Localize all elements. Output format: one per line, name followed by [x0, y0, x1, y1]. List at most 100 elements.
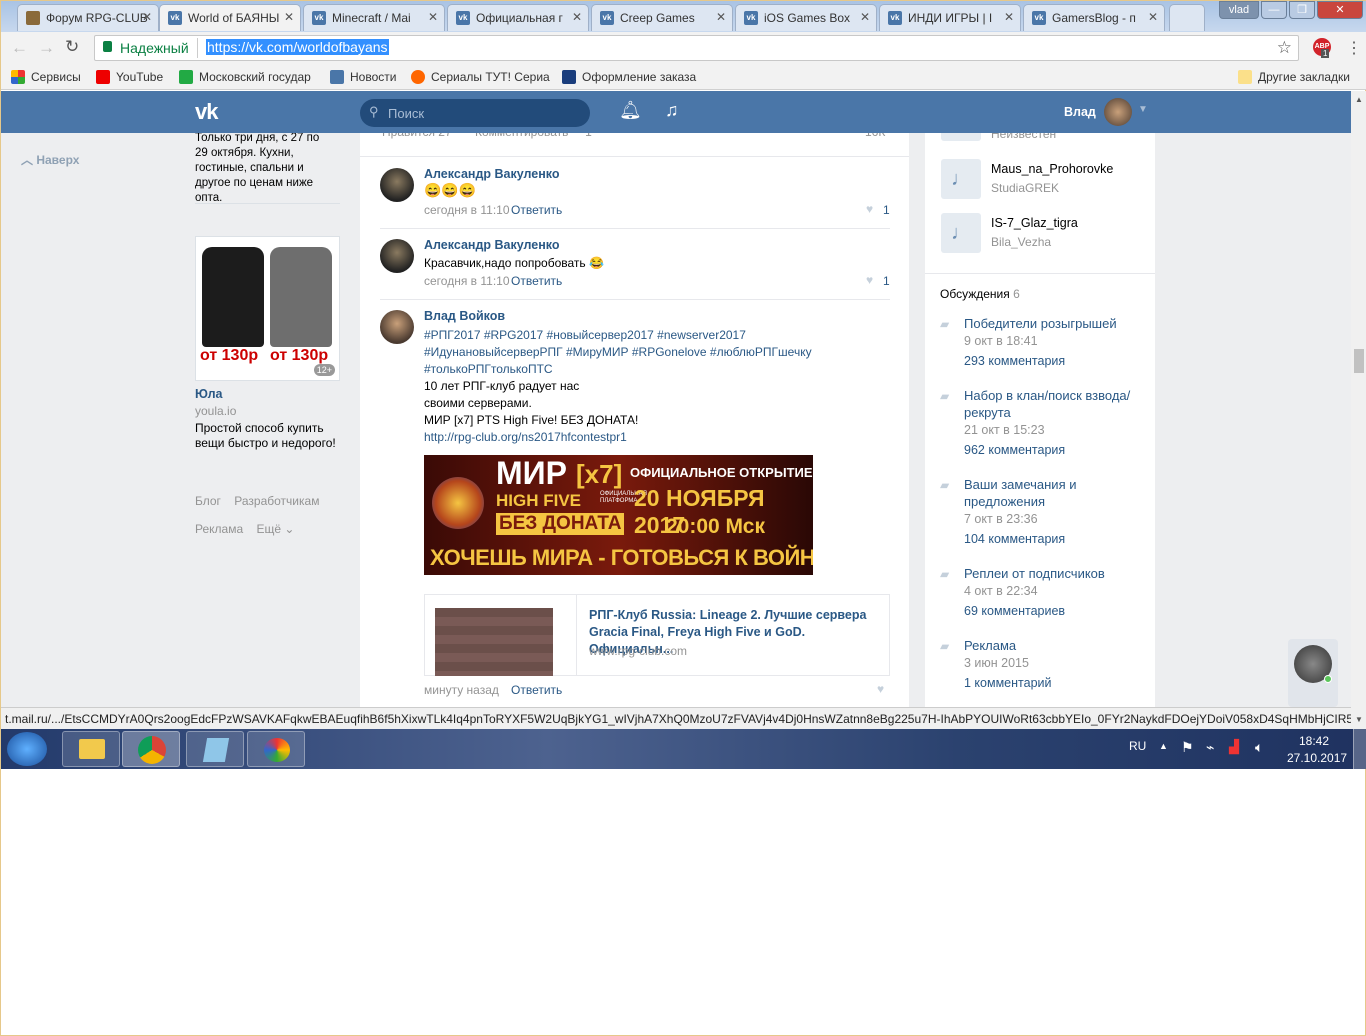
bell-icon[interactable]: 🔔︎ [619, 100, 642, 121]
music-icon[interactable]: ♫ [665, 100, 679, 121]
chrome-taskbar-button[interactable] [122, 731, 180, 767]
comment-time[interactable]: сегодня в 11:10 [424, 203, 510, 217]
close-tab-icon[interactable]: ✕ [716, 10, 726, 24]
tab[interactable]: vk Официальная г ✕ [447, 4, 589, 31]
profile-badge[interactable]: vlad [1219, 1, 1259, 19]
close-tab-icon[interactable]: ✕ [142, 10, 152, 24]
footer-ads[interactable]: Реклама [195, 522, 243, 536]
action-center-flag-icon[interactable]: ⚑ [1181, 739, 1194, 756]
bookmark-news[interactable]: Новости [330, 70, 396, 84]
tab-active[interactable]: vk World of БАЯНЫ ✕ [159, 4, 301, 31]
ad-title[interactable]: Юла [195, 387, 222, 401]
vk-logo-icon[interactable]: vk [195, 99, 219, 125]
comment-author[interactable]: Александр Вакуленко [424, 238, 560, 252]
scrollbar[interactable]: ▲ ▼ [1351, 91, 1366, 729]
clock-time[interactable]: 18:42 [1299, 734, 1329, 748]
back-to-top[interactable]: ︿ Наверх [21, 151, 79, 168]
back-icon[interactable]: ← [11, 38, 28, 58]
post-banner-image[interactable]: МИР [x7] HIGH FIVE ОФИЦИАЛЬНАЯ ПЛАТФОРМА… [424, 455, 813, 575]
scroll-down-icon[interactable]: ▼ [1355, 715, 1363, 724]
forward-icon[interactable]: → [38, 38, 55, 58]
discussion-comments[interactable]: 962 комментария [964, 443, 1065, 457]
close-tab-icon[interactable]: ✕ [860, 10, 870, 24]
heart-icon[interactable]: ♥ [866, 273, 873, 287]
tab[interactable]: vk iOS Games Box ✕ [735, 4, 877, 31]
discussion-title[interactable]: Набор в клан/поиск взвода/ рекрута [964, 387, 1139, 421]
comment-time[interactable]: минуту назад [424, 683, 499, 697]
avatar[interactable] [380, 239, 414, 273]
paint-taskbar-button[interactable] [247, 731, 305, 767]
reply-button[interactable]: Ответить [511, 203, 562, 217]
footer-dev[interactable]: Разработчикам [234, 494, 319, 508]
reply-button[interactable]: Ответить [511, 683, 562, 697]
discussion-date: 4 окт в 22:34 [964, 584, 1038, 598]
discussions-header[interactable]: Обсуждения 6 [940, 287, 1020, 301]
explorer-taskbar-button[interactable] [62, 731, 120, 767]
tray-expand-icon[interactable]: ▲ [1159, 741, 1168, 751]
close-tab-icon[interactable]: ✕ [1148, 10, 1158, 24]
discussion-title[interactable]: Ваши замечания и предложения [964, 476, 1139, 510]
chevron-down-icon[interactable]: ▼ [1138, 104, 1148, 115]
tab[interactable]: vk Minecraft / Mai ✕ [303, 4, 445, 31]
ad-image[interactable]: от 130р от 130р 12+ [195, 236, 340, 381]
discussion-comments[interactable]: 104 комментария [964, 532, 1065, 546]
power-icon[interactable]: ⌁ [1206, 739, 1214, 756]
comment-time[interactable]: сегодня в 11:10 [424, 274, 510, 288]
language-indicator[interactable]: RU [1129, 739, 1146, 753]
heart-icon[interactable]: ♥ [866, 202, 873, 216]
footer-more[interactable]: Ещё [256, 522, 281, 536]
tab[interactable]: vk GamersBlog - п ✕ [1023, 4, 1165, 31]
close-tab-icon[interactable]: ✕ [572, 10, 582, 24]
menu-icon[interactable]: ⋮ [1346, 38, 1362, 58]
tab[interactable]: Форум RPG-CLUB ✕ [17, 4, 159, 31]
avatar[interactable] [380, 168, 414, 202]
discussion-comments[interactable]: 1 комментарий [964, 676, 1051, 690]
app-taskbar-button[interactable] [186, 731, 244, 767]
discussion-comments[interactable]: 293 комментария [964, 354, 1065, 368]
bookmark-youtube[interactable]: YouTube [96, 70, 163, 84]
reload-icon[interactable]: ↻ [65, 37, 79, 57]
bookmark-star-icon[interactable]: ☆ [1277, 38, 1292, 58]
clock-date[interactable]: 27.10.2017 [1287, 751, 1347, 765]
user-avatar[interactable] [1104, 98, 1132, 126]
network-icon[interactable]: ▟ [1229, 739, 1239, 755]
close-tab-icon[interactable]: ✕ [1004, 10, 1014, 24]
tab[interactable]: vk ИНДИ ИГРЫ | I ✕ [879, 4, 1021, 31]
discussion-title[interactable]: Реклама [964, 637, 1139, 654]
reply-button[interactable]: Ответить [511, 274, 562, 288]
heart-icon[interactable]: ♥ [877, 682, 884, 696]
volume-icon[interactable]: 🔈︎ [1255, 739, 1263, 756]
tab[interactable]: vk Creep Games ✕ [591, 4, 733, 31]
chat-widget[interactable] [1288, 639, 1338, 707]
user-name[interactable]: Влад [1064, 105, 1096, 119]
search-input[interactable]: ⚲ Поиск [360, 99, 590, 127]
new-tab-button[interactable] [1169, 4, 1205, 31]
scroll-up-icon[interactable]: ▲ [1355, 95, 1363, 104]
other-bookmarks[interactable]: Другие закладки [1238, 70, 1350, 84]
bookmark-serials[interactable]: Сериалы ТУТ! Сериа [411, 70, 551, 84]
footer-blog[interactable]: Блог [195, 494, 221, 508]
discussion-title[interactable]: Победители розыгрышей [964, 315, 1139, 332]
scroll-thumb[interactable] [1354, 349, 1364, 373]
minimize-button[interactable]: — [1261, 1, 1287, 19]
bookmark-label: Сервисы [31, 70, 81, 84]
bookmark-msu[interactable]: Московский государ [179, 70, 319, 84]
maximize-button[interactable]: ❐ [1289, 1, 1315, 19]
hashtags[interactable]: #РПГ2017 #RPG2017 #новыйсервер2017 #news… [424, 327, 864, 378]
bookmark-order[interactable]: Оформление заказа [562, 70, 696, 84]
link-preview[interactable]: РПГ-Клуб Russia: Lineage 2. Лучшие серве… [424, 594, 890, 676]
avatar[interactable] [380, 310, 414, 344]
comment-author[interactable]: Влад Войков [424, 309, 505, 323]
close-tab-icon[interactable]: ✕ [428, 10, 438, 24]
bookmark-apps[interactable]: Сервисы [11, 70, 81, 84]
url-text[interactable]: https://vk.com/worldofbayans [206, 39, 389, 55]
comment-author[interactable]: Александр Вакуленко [424, 167, 560, 181]
show-desktop-button[interactable] [1353, 729, 1366, 769]
close-tab-icon[interactable]: ✕ [284, 10, 294, 24]
start-button[interactable] [7, 732, 47, 766]
comment-link[interactable]: http://rpg-club.org/ns2017hfcontestpr1 [424, 429, 638, 446]
omnibox[interactable]: Надежный https://vk.com/worldofbayans ☆ [94, 35, 1299, 61]
discussion-title[interactable]: Реплеи от подписчиков [964, 565, 1139, 582]
discussion-comments[interactable]: 69 комментариев [964, 604, 1065, 618]
close-window-button[interactable]: ✕ [1317, 1, 1363, 19]
